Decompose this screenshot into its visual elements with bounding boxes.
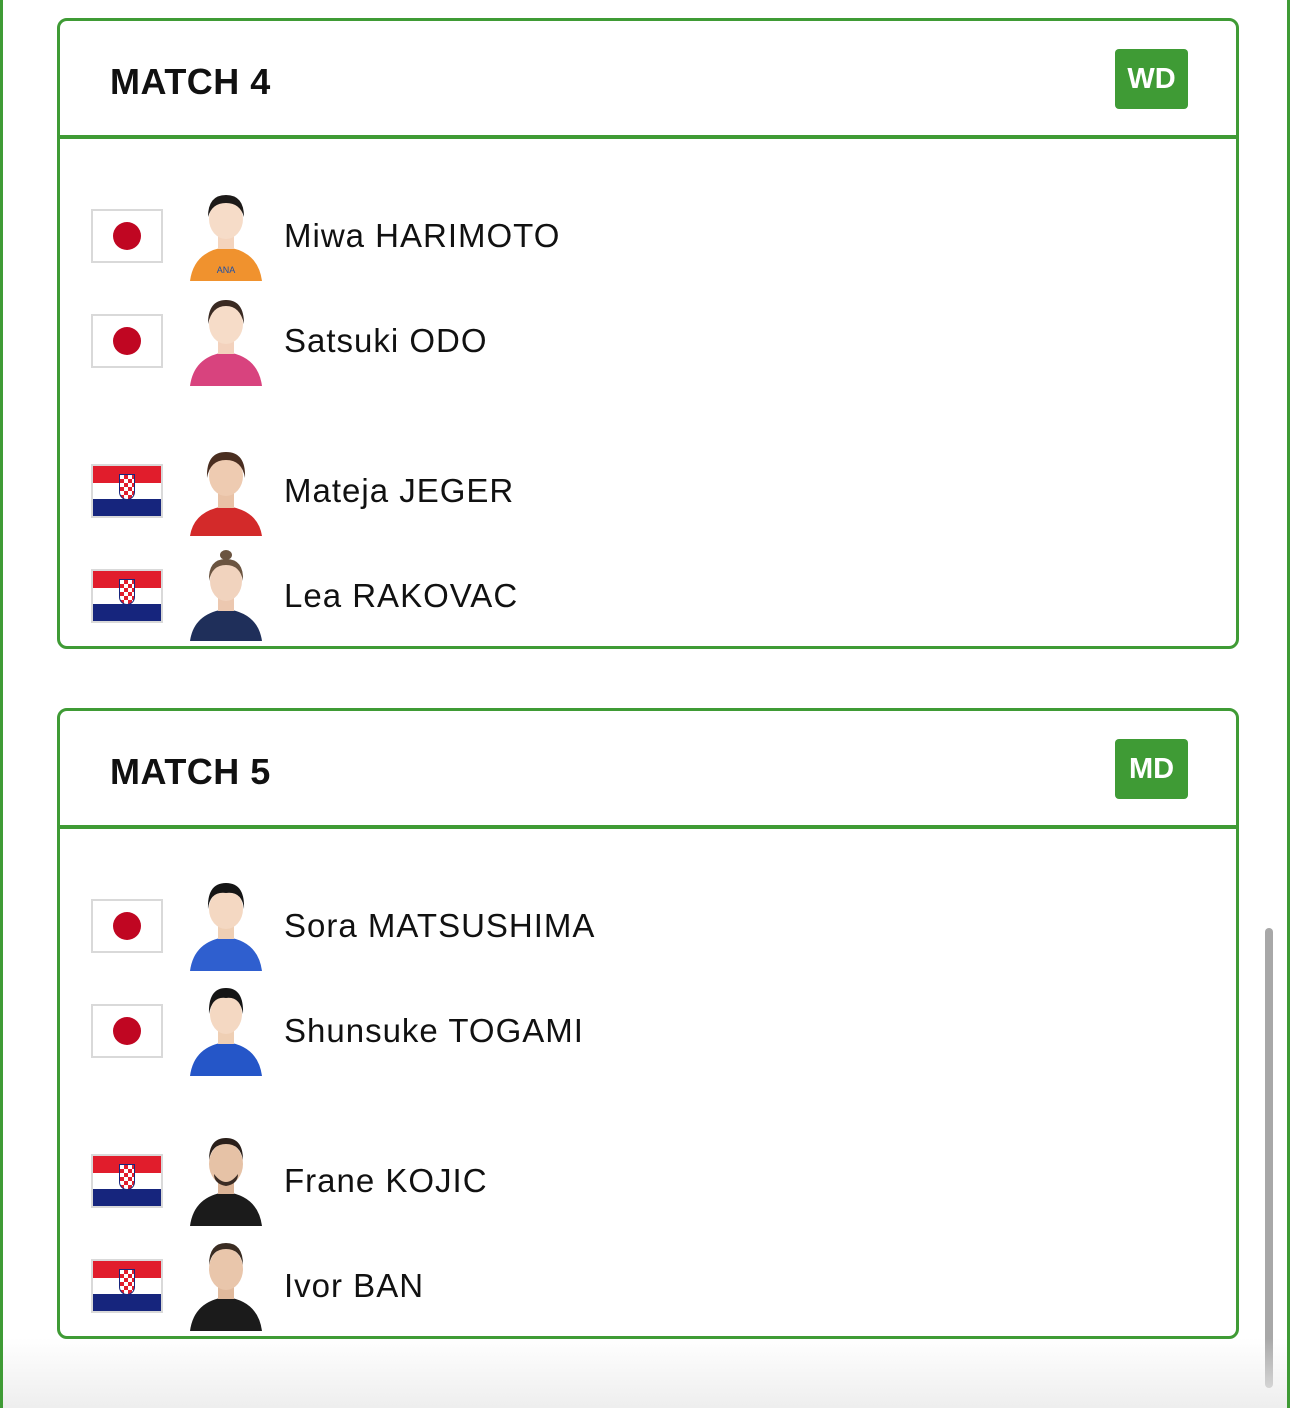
player-row[interactable]: Sora MATSUSHIMA: [60, 879, 1236, 975]
player-name[interactable]: Sora MATSUSHIMA: [284, 907, 595, 945]
japan-flag-icon: [91, 899, 163, 953]
match-lineup-page: MATCH 4 WD ANA Miwa HARIMOTO Satsuki ODO…: [0, 0, 1290, 1408]
player-avatar: [190, 1138, 262, 1226]
japan-flag-icon: [91, 314, 163, 368]
player-name[interactable]: Frane KOJIC: [284, 1162, 488, 1200]
croatia-flag-icon: [91, 569, 163, 623]
player-row[interactable]: Frane KOJIC: [60, 1134, 1236, 1230]
player-name[interactable]: Satsuki ODO: [284, 322, 488, 360]
player-avatar: [190, 988, 262, 1076]
svg-text:ANA: ANA: [217, 265, 236, 275]
croatia-flag-icon: [91, 1154, 163, 1208]
player-row[interactable]: Satsuki ODO: [60, 294, 1236, 390]
player-avatar: [190, 452, 262, 536]
player-avatar: ANA: [190, 195, 262, 281]
player-avatar: [190, 300, 262, 386]
player-row[interactable]: Mateja JEGER: [60, 444, 1236, 540]
player-avatar: [190, 883, 262, 971]
player-row[interactable]: Lea RAKOVAC: [60, 549, 1236, 645]
player-name[interactable]: Lea RAKOVAC: [284, 577, 518, 615]
japan-flag-icon: [91, 1004, 163, 1058]
player-row[interactable]: ANA Miwa HARIMOTO: [60, 189, 1236, 285]
scrollbar[interactable]: [1265, 928, 1273, 1388]
player-name[interactable]: Shunsuke TOGAMI: [284, 1012, 584, 1050]
match-title: MATCH 4: [110, 61, 271, 102]
player-name[interactable]: Miwa HARIMOTO: [284, 217, 560, 255]
match-title: MATCH 5: [110, 751, 271, 792]
bottom-fade: [3, 1338, 1287, 1408]
match-type-badge: MD: [1115, 739, 1188, 799]
croatia-flag-icon: [91, 1259, 163, 1313]
player-name[interactable]: Ivor BAN: [284, 1267, 424, 1305]
player-name[interactable]: Mateja JEGER: [284, 472, 514, 510]
match-type-badge: WD: [1115, 49, 1188, 109]
match-header: MATCH 4 WD: [60, 21, 1236, 139]
player-row[interactable]: Shunsuke TOGAMI: [60, 984, 1236, 1080]
player-avatar: [190, 1243, 262, 1331]
match-header: MATCH 5 MD: [60, 711, 1236, 829]
japan-flag-icon: [91, 209, 163, 263]
player-row[interactable]: Ivor BAN: [60, 1239, 1236, 1335]
match-card-4: MATCH 4 WD ANA Miwa HARIMOTO Satsuki ODO…: [57, 18, 1239, 649]
croatia-flag-icon: [91, 464, 163, 518]
match-card-5: MATCH 5 MD Sora MATSUSHIMA Shunsuke TOGA…: [57, 708, 1239, 1339]
player-avatar: [190, 550, 262, 641]
